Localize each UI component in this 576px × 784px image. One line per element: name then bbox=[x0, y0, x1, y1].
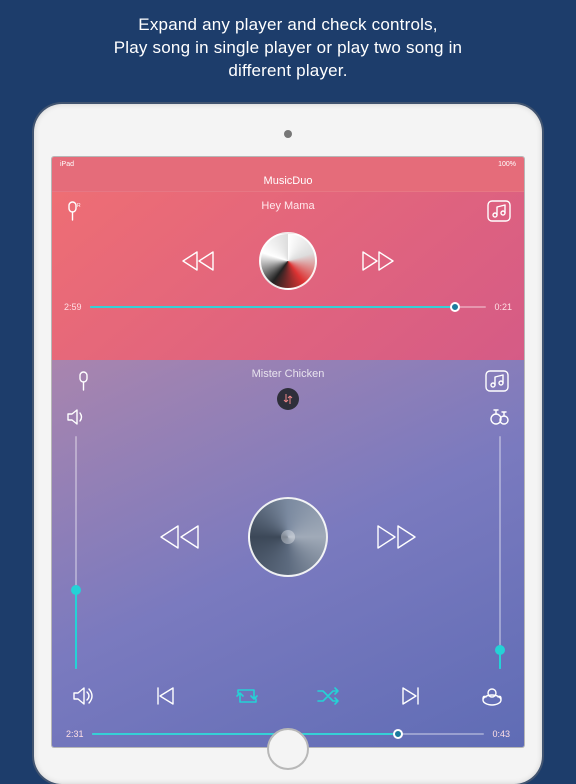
top-song-title: Hey Mama bbox=[90, 198, 486, 212]
app-title-bar: MusicDuo bbox=[52, 171, 524, 192]
volume-slider[interactable] bbox=[75, 436, 77, 669]
home-button[interactable] bbox=[267, 728, 309, 770]
library-icon[interactable] bbox=[484, 368, 510, 394]
next-button[interactable] bbox=[396, 681, 426, 711]
top-elapsed: 2:59 bbox=[64, 302, 82, 312]
player-top: R Hey Mama bbox=[52, 192, 524, 360]
rewind-button[interactable] bbox=[179, 246, 219, 276]
top-progress-thumb[interactable] bbox=[450, 302, 460, 312]
bottom-remaining: 0:43 bbox=[492, 729, 510, 739]
device-screen: iPad 100% MusicDuo R Hey Mama bbox=[52, 157, 524, 747]
speed-slider[interactable] bbox=[499, 436, 501, 669]
speed-fast-icon[interactable] bbox=[487, 404, 513, 430]
top-progress[interactable]: 2:59 0:21 bbox=[64, 302, 512, 312]
ipad-device: iPad 100% MusicDuo R Hey Mama bbox=[34, 104, 542, 784]
top-remaining: 0:21 bbox=[494, 302, 512, 312]
app-title: MusicDuo bbox=[264, 175, 313, 187]
svg-text:R: R bbox=[77, 203, 81, 209]
battery-label: 100% bbox=[498, 161, 516, 168]
status-bar: iPad 100% bbox=[52, 157, 524, 171]
top-album-art[interactable] bbox=[259, 232, 317, 290]
bottom-album-art[interactable] bbox=[248, 497, 328, 577]
speed-slow-icon[interactable] bbox=[478, 681, 508, 711]
previous-button[interactable] bbox=[150, 681, 180, 711]
shuffle-button[interactable] bbox=[314, 681, 344, 711]
volume-thumb[interactable] bbox=[71, 585, 81, 595]
bottom-song-title: Mister Chicken bbox=[92, 368, 484, 380]
forward-button[interactable] bbox=[372, 520, 420, 554]
bottom-elapsed: 2:31 bbox=[66, 729, 84, 739]
swap-players-button[interactable] bbox=[277, 388, 299, 410]
carrier-label: iPad bbox=[60, 161, 74, 168]
bottom-progress-thumb[interactable] bbox=[393, 729, 403, 739]
volume-icon[interactable] bbox=[63, 404, 89, 430]
speed-thumb[interactable] bbox=[495, 645, 505, 655]
left-earbud-icon[interactable] bbox=[66, 368, 92, 394]
player-bottom: Mister Chicken bbox=[52, 360, 524, 747]
promo-caption: Expand any player and check controls,Pla… bbox=[0, 0, 576, 93]
forward-button[interactable] bbox=[357, 246, 397, 276]
repeat-button[interactable] bbox=[232, 681, 262, 711]
top-progress-track[interactable] bbox=[90, 306, 487, 308]
rewind-button[interactable] bbox=[156, 520, 204, 554]
right-earbud-icon[interactable]: R bbox=[64, 198, 90, 224]
mute-icon[interactable] bbox=[68, 681, 98, 711]
library-icon[interactable] bbox=[486, 198, 512, 224]
